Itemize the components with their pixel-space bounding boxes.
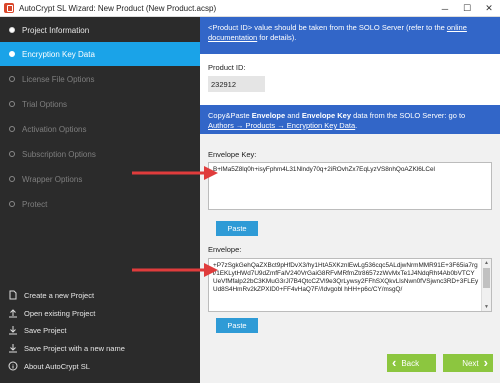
scroll-down-icon[interactable]: ▼ (482, 303, 491, 311)
save-as-icon (8, 343, 18, 353)
nav-step-label: Encryption Key Data (22, 49, 95, 59)
product-id-label: Product ID: (208, 63, 246, 72)
title-bar: AutoCrypt SL Wizard: New Product (New Pr… (0, 0, 500, 17)
nav-step-label: Protect (22, 199, 48, 209)
about-autocrypt-link[interactable]: About AutoCrypt SL (0, 359, 200, 373)
sidebar: Project Information Encryption Key Data … (0, 17, 200, 383)
create-new-project-link[interactable]: Create a new Project (0, 288, 200, 302)
open-existing-project-link[interactable]: Open existing Project (0, 306, 200, 320)
step-done-icon (9, 27, 15, 33)
step-pending-icon (9, 201, 15, 207)
nav-step-label: Activation Options (22, 124, 87, 134)
paste-envelope-key-button[interactable]: Paste (216, 221, 258, 236)
envelope-key-textarea[interactable]: B+lMa5Z8lq0h+isyFphm4L31Nlndy70q+2iROvhZ… (208, 162, 492, 210)
window-title: AutoCrypt SL Wizard: New Product (New Pr… (19, 3, 217, 13)
envelope-key-arrow-icon (132, 166, 218, 180)
nav-step-protect[interactable]: Protect (0, 192, 200, 216)
encryption-key-data-link[interactable]: Authors → Products → Encryption Key Data (208, 121, 355, 130)
nav-step-trial-options[interactable]: Trial Options (0, 92, 200, 116)
close-button[interactable]: ✕ (478, 0, 500, 17)
info-icon (8, 361, 18, 371)
minimize-button[interactable]: ─ (434, 0, 456, 17)
envelope-scrollbar[interactable]: ▲ ▼ (481, 259, 491, 311)
maximize-button[interactable]: ☐ (456, 0, 478, 17)
step-active-icon (9, 51, 15, 57)
new-project-icon (8, 290, 18, 300)
nav-step-subscription-options[interactable]: Subscription Options (0, 142, 200, 166)
step-pending-icon (9, 176, 15, 182)
nav-step-label: Subscription Options (22, 149, 96, 159)
save-project-as-link[interactable]: Save Project with a new name (0, 341, 200, 355)
nav-step-label: Wrapper Options (22, 174, 83, 184)
nav-step-license-file-options[interactable]: License File Options (0, 67, 200, 91)
envelope-label: Envelope: (208, 245, 242, 254)
nav-step-label: Trial Options (22, 99, 68, 109)
step-pending-icon (9, 126, 15, 132)
next-button[interactable]: Next › (443, 354, 493, 372)
nav-step-activation-options[interactable]: Activation Options (0, 117, 200, 141)
scroll-up-icon[interactable]: ▲ (482, 259, 491, 267)
envelope-textarea[interactable]: +P7zSgkGehQaZXBct9pHfDvX3/hy1HtA5XKznlEw… (208, 258, 492, 312)
scroll-thumb[interactable] (483, 268, 490, 288)
save-icon (8, 325, 18, 335)
paste-envelope-button[interactable]: Paste (216, 318, 258, 333)
back-button[interactable]: ‹ Back (387, 354, 436, 372)
chevron-right-icon: › (483, 355, 488, 370)
step-pending-icon (9, 76, 15, 82)
main-panel: <Product ID> value should be taken from … (200, 17, 500, 383)
open-project-icon (8, 308, 18, 318)
chevron-left-icon: ‹ (392, 355, 397, 370)
nav-step-label: License File Options (22, 74, 95, 84)
product-id-field[interactable]: 232912 (208, 76, 265, 92)
step-pending-icon (9, 151, 15, 157)
nav-step-encryption-key-data[interactable]: Encryption Key Data (0, 42, 200, 66)
envelope-info-banner: Copy&Paste Envelope and Envelope Key dat… (200, 105, 500, 134)
envelope-arrow-icon (132, 263, 218, 277)
autocrypt-app-icon (4, 3, 14, 13)
nav-step-project-information[interactable]: Project Information (0, 18, 200, 42)
envelope-key-label: Envelope Key: (208, 150, 257, 159)
step-pending-icon (9, 101, 15, 107)
nav-step-label: Project Information (22, 25, 90, 35)
save-project-link[interactable]: Save Project (0, 323, 200, 337)
product-id-info-banner: <Product ID> value should be taken from … (200, 17, 500, 54)
